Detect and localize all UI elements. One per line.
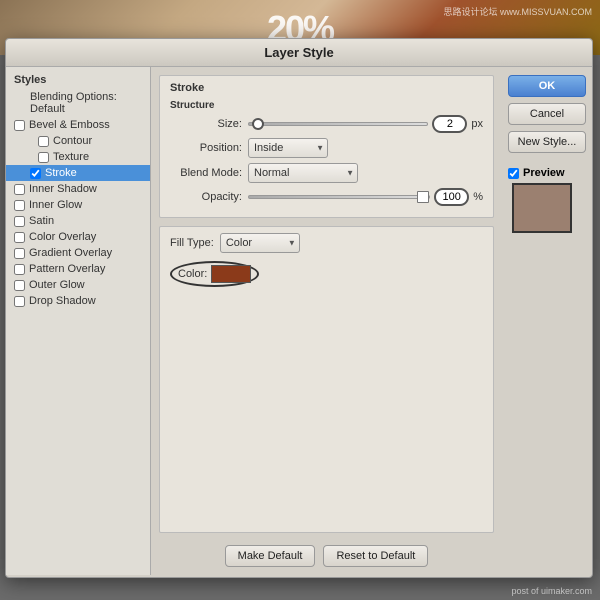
dialog-body: Styles Blending Options: Default Bevel &… <box>6 67 592 575</box>
fill-type-select-wrapper: Color Gradient Pattern <box>220 233 300 253</box>
bottom-buttons: Make Default Reset to Default <box>159 545 494 567</box>
reset-to-default-button[interactable]: Reset to Default <box>323 545 428 567</box>
watermark-top: 思路设计论坛 www.MISSVUAN.COM <box>443 5 592 18</box>
gradient-overlay-checkbox[interactable] <box>14 248 25 259</box>
make-default-button[interactable]: Make Default <box>225 545 316 567</box>
stroke-title: Stroke <box>170 82 483 94</box>
preview-checkbox[interactable] <box>508 168 519 179</box>
opacity-label: Opacity: <box>170 191 242 203</box>
sidebar-item-contour[interactable]: Contour <box>6 133 150 149</box>
size-row: Size: px <box>170 115 483 133</box>
contour-checkbox[interactable] <box>38 136 49 147</box>
watermark-bottom: post of uimaker.com <box>511 586 592 596</box>
opacity-input[interactable] <box>434 188 469 206</box>
opacity-slider-thumb[interactable] <box>417 191 429 203</box>
blend-mode-select[interactable]: Normal Dissolve Multiply Screen Overlay <box>248 163 358 183</box>
sidebar-item-color-overlay[interactable]: Color Overlay <box>6 229 150 245</box>
bevel-checkbox[interactable] <box>14 120 25 131</box>
color-oval: Color: <box>170 261 259 287</box>
position-select-wrapper: Inside Outside Center <box>248 138 328 158</box>
position-label: Position: <box>170 142 242 154</box>
outer-glow-checkbox[interactable] <box>14 280 25 291</box>
opacity-slider-container: % <box>248 188 483 206</box>
structure-title: Structure <box>170 100 483 111</box>
pattern-overlay-checkbox[interactable] <box>14 264 25 275</box>
color-swatch[interactable] <box>211 265 251 283</box>
preview-label-row: Preview <box>508 167 586 179</box>
color-overlay-checkbox[interactable] <box>14 232 25 243</box>
drop-shadow-checkbox[interactable] <box>14 296 25 307</box>
blend-mode-label: Blend Mode: <box>170 167 242 179</box>
size-unit: px <box>471 118 483 130</box>
opacity-slider-track[interactable] <box>248 195 430 199</box>
blend-mode-row: Blend Mode: Normal Dissolve Multiply Scr… <box>170 163 483 183</box>
position-select[interactable]: Inside Outside Center <box>248 138 328 158</box>
color-row: Color: <box>170 261 483 287</box>
sidebar-item-gradient-overlay[interactable]: Gradient Overlay <box>6 245 150 261</box>
fill-type-row: Fill Type: Color Gradient Pattern <box>170 233 483 253</box>
sidebar-styles-header: Styles <box>6 71 150 89</box>
sidebar-item-bevel[interactable]: Bevel & Emboss <box>6 117 150 133</box>
blend-mode-select-wrapper: Normal Dissolve Multiply Screen Overlay <box>248 163 358 183</box>
new-style-button[interactable]: New Style... <box>508 131 586 153</box>
opacity-unit: % <box>473 191 483 203</box>
sidebar-item-inner-shadow[interactable]: Inner Shadow <box>6 181 150 197</box>
sidebar-item-texture[interactable]: Texture <box>6 149 150 165</box>
preview-section: Preview <box>508 167 586 233</box>
size-label: Size: <box>170 118 242 130</box>
right-panel: OK Cancel New Style... Preview <box>502 67 592 575</box>
dialog-title: Layer Style <box>6 39 592 67</box>
size-slider-container: px <box>248 115 483 133</box>
ok-button[interactable]: OK <box>508 75 586 97</box>
content-area: Stroke Structure Size: px Position: <box>151 67 502 575</box>
sidebar-item-satin[interactable]: Satin <box>6 213 150 229</box>
position-row: Position: Inside Outside Center <box>170 138 483 158</box>
fill-panel: Fill Type: Color Gradient Pattern Color: <box>159 226 494 533</box>
layer-style-dialog: Layer Style Styles Blending Options: Def… <box>5 38 593 578</box>
size-input[interactable] <box>432 115 467 133</box>
sidebar-item-inner-glow[interactable]: Inner Glow <box>6 197 150 213</box>
size-slider-thumb[interactable] <box>252 118 264 130</box>
color-label: Color: <box>178 268 207 280</box>
inner-glow-checkbox[interactable] <box>14 200 25 211</box>
sidebar-item-pattern-overlay[interactable]: Pattern Overlay <box>6 261 150 277</box>
satin-checkbox[interactable] <box>14 216 25 227</box>
stroke-checkbox[interactable] <box>30 168 41 179</box>
sidebar: Styles Blending Options: Default Bevel &… <box>6 67 151 575</box>
sidebar-item-drop-shadow[interactable]: Drop Shadow <box>6 293 150 309</box>
stroke-panel: Stroke Structure Size: px Position: <box>159 75 494 218</box>
fill-type-select[interactable]: Color Gradient Pattern <box>220 233 300 253</box>
opacity-row: Opacity: % <box>170 188 483 206</box>
texture-checkbox[interactable] <box>38 152 49 163</box>
preview-text: Preview <box>523 167 565 179</box>
sidebar-item-outer-glow[interactable]: Outer Glow <box>6 277 150 293</box>
fill-type-label: Fill Type: <box>170 237 214 249</box>
sidebar-item-blending[interactable]: Blending Options: Default <box>6 89 150 117</box>
cancel-button[interactable]: Cancel <box>508 103 586 125</box>
size-slider-track[interactable] <box>248 122 428 126</box>
preview-box <box>512 183 572 233</box>
inner-shadow-checkbox[interactable] <box>14 184 25 195</box>
sidebar-item-stroke[interactable]: Stroke <box>6 165 150 181</box>
